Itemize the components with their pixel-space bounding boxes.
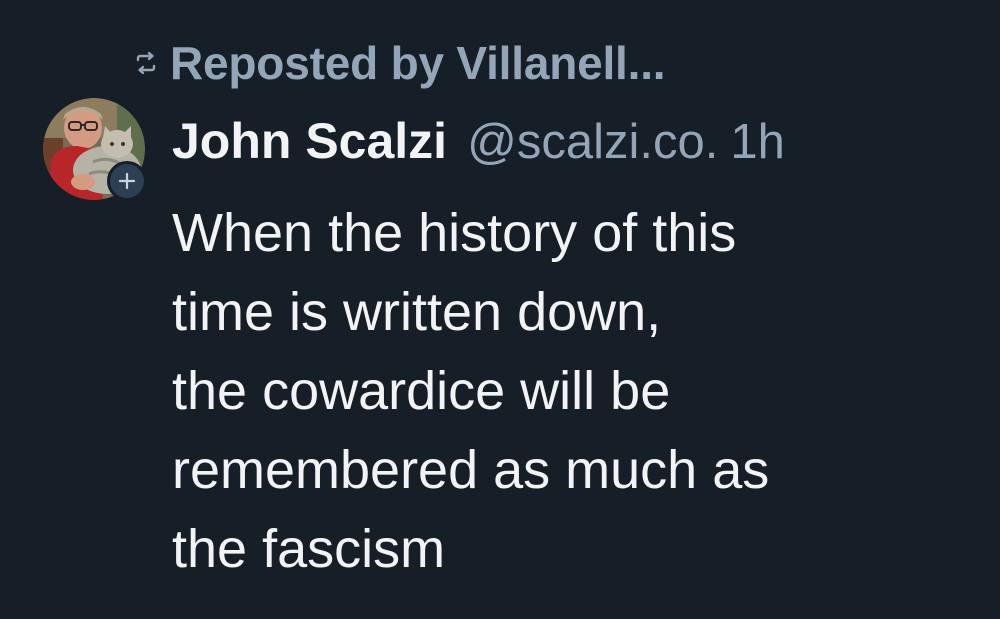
post-text-line: time is written down, [172, 282, 662, 342]
follow-button[interactable] [107, 161, 147, 201]
author-handle[interactable]: @scalzi.co. [467, 114, 718, 170]
post-card[interactable]: Reposted by Villanell... John Scalzi @sc… [0, 0, 1000, 619]
author-display-name[interactable]: John Scalzi [172, 112, 447, 170]
post-body: When the history of this time is written… [172, 194, 972, 589]
post-text-line: remembered as much as [172, 440, 770, 500]
post-text-line: the cowardice will be [172, 361, 671, 421]
repost-label: Reposted by Villanell... [170, 37, 666, 89]
post-timestamp[interactable]: 1h [730, 114, 785, 170]
post-text-line: When the history of this [172, 203, 737, 263]
avatar-container [43, 98, 147, 201]
post-header: John Scalzi @scalzi.co. 1h [172, 112, 785, 176]
plus-icon [118, 172, 136, 190]
repost-indicator[interactable]: Reposted by Villanell... [134, 36, 666, 90]
repost-icon [134, 51, 158, 75]
post-text-line: the fascism [172, 519, 446, 579]
